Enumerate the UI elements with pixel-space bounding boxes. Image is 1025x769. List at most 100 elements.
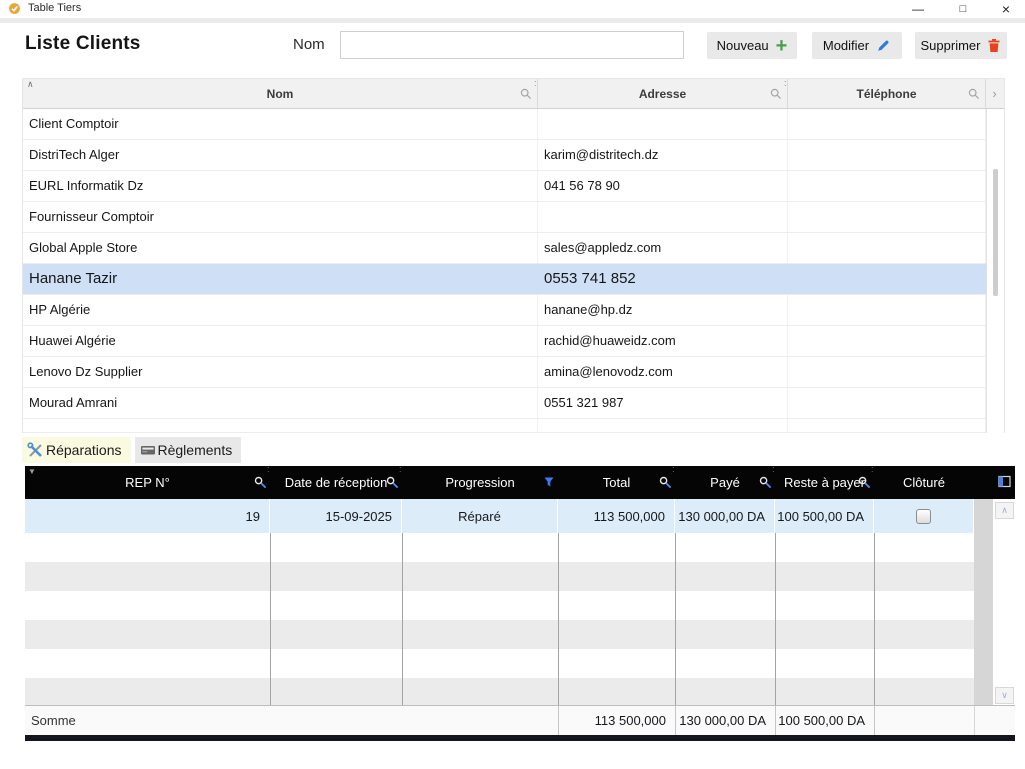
- summary-reste: 100 500,00 DA: [775, 706, 874, 735]
- cell-telephone: [788, 295, 986, 325]
- column-header-label: REP N°: [125, 475, 170, 490]
- delete-button-label: Supprimer: [921, 38, 981, 53]
- column-header-reste-a-payer[interactable]: Reste à payer: [775, 466, 874, 499]
- search-icon[interactable]: [520, 88, 532, 100]
- cell-adresse: rachid@huaweidz.com: [538, 326, 788, 356]
- app-icon: [8, 2, 21, 15]
- column-header-rep-no[interactable]: REP N°: [25, 466, 270, 499]
- page-title: Liste Clients: [25, 33, 141, 55]
- search-icon[interactable]: [386, 476, 399, 489]
- app-window: Table Tiers — □ × Liste Clients Nom Nouv…: [0, 0, 1025, 769]
- empty-rows-area: [25, 533, 974, 705]
- cell-nom: Fournisseur Comptoir: [23, 202, 538, 232]
- search-icon[interactable]: [659, 476, 672, 489]
- table-row[interactable]: Fournisseur Comptoir: [23, 202, 986, 233]
- cell-adresse: sales@appledz.com: [538, 233, 788, 263]
- trash-icon: [987, 38, 1001, 53]
- repair-row[interactable]: 19 15-09-2025 Réparé 113 500,000 130 000…: [25, 499, 974, 533]
- column-divider: [675, 533, 676, 705]
- column-header-label: Reste à payer: [784, 475, 865, 490]
- scrollbar-thumb[interactable]: [993, 169, 998, 296]
- table-row[interactable]: Mourad Amrani 0551 321 987: [23, 388, 986, 419]
- delete-button[interactable]: Supprimer: [915, 32, 1007, 59]
- column-divider: [270, 533, 271, 705]
- column-grip-icon: :: [267, 464, 270, 474]
- column-header-label: Total: [603, 475, 630, 490]
- column-divider: [874, 533, 875, 705]
- header-dropdown-icon[interactable]: ▼: [28, 467, 36, 476]
- filter-icon[interactable]: [543, 476, 555, 488]
- client-name-input[interactable]: [340, 31, 684, 59]
- table-row-selected[interactable]: Hanane Tazir 0553 741 852: [23, 264, 986, 295]
- cell-cloture: [874, 499, 974, 533]
- cell-adresse: [538, 419, 788, 432]
- tab-reglements[interactable]: Règlements: [135, 437, 242, 463]
- next-column-button[interactable]: ›: [986, 79, 1003, 108]
- scroll-up-button[interactable]: ∧: [995, 502, 1014, 519]
- search-icon[interactable]: [858, 476, 871, 489]
- search-icon[interactable]: [254, 476, 267, 489]
- cell-telephone: [788, 233, 986, 263]
- table-row[interactable]: DistriTech Alger karim@distritech.dz: [23, 140, 986, 171]
- summary-label: Somme: [25, 706, 558, 735]
- summary-total: 113 500,000: [558, 706, 675, 735]
- edit-button[interactable]: Modifier: [812, 32, 902, 59]
- column-header-paye[interactable]: Payé: [675, 466, 775, 499]
- column-header-label: Payé: [710, 475, 740, 490]
- table-row[interactable]: Lenovo Dz Supplier amina@lenovodz.com: [23, 357, 986, 388]
- column-divider: [775, 533, 776, 705]
- tab-reparations[interactable]: Réparations: [22, 437, 131, 463]
- sort-ascending-icon: ∧: [27, 79, 34, 90]
- maximize-button[interactable]: □: [946, 0, 980, 18]
- new-button[interactable]: Nouveau +: [707, 32, 797, 59]
- search-label: Nom: [293, 36, 325, 53]
- cell-total: 113 500,000: [558, 499, 675, 533]
- scroll-down-button[interactable]: ∨: [995, 687, 1014, 704]
- cell-nom: Mourad Amrani: [23, 388, 538, 418]
- column-header-progression[interactable]: Progression: [402, 466, 558, 499]
- plus-icon: +: [776, 37, 788, 55]
- cell-telephone: [788, 388, 986, 418]
- table-row[interactable]: EURL Informatik Dz 041 56 78 90: [23, 171, 986, 202]
- cell-adresse: hanane@hp.dz: [538, 295, 788, 325]
- pencil-icon: [876, 38, 891, 53]
- column-chooser-icon[interactable]: [998, 475, 1011, 488]
- column-header-label: Date de réception: [285, 475, 388, 490]
- repairs-scrollbar-track[interactable]: [974, 499, 993, 705]
- cell-progression: Réparé: [402, 499, 558, 533]
- column-grip-icon: :: [784, 78, 787, 88]
- column-header-nom[interactable]: Nom: [23, 79, 538, 108]
- cell-adresse: [538, 202, 788, 232]
- table-row[interactable]: HP Algérie hanane@hp.dz: [23, 295, 986, 326]
- clients-scrollbar[interactable]: [986, 109, 1004, 433]
- cell-nom: Client Comptoir: [23, 109, 538, 139]
- search-icon[interactable]: [759, 476, 772, 489]
- cell-date-reception: 15-09-2025: [270, 499, 402, 533]
- close-button[interactable]: ×: [989, 0, 1023, 18]
- cell-nom: [23, 419, 538, 432]
- table-row: [23, 419, 986, 433]
- cell-telephone: [788, 140, 986, 170]
- column-divider: [402, 533, 403, 705]
- table-row[interactable]: Global Apple Store sales@appledz.com: [23, 233, 986, 264]
- column-header-label: Téléphone: [856, 87, 916, 101]
- cell-telephone: [788, 419, 986, 432]
- table-row[interactable]: Huawei Algérie rachid@huaweidz.com: [23, 326, 986, 357]
- column-header-cloture[interactable]: Clôturé: [874, 466, 974, 499]
- window-title: Table Tiers: [28, 2, 81, 14]
- column-header-telephone[interactable]: Téléphone: [788, 79, 986, 108]
- cloture-checkbox[interactable]: [916, 509, 931, 524]
- cell-nom: Lenovo Dz Supplier: [23, 357, 538, 387]
- cell-adresse: [538, 109, 788, 139]
- search-icon[interactable]: [968, 88, 980, 100]
- cell-adresse: 041 56 78 90: [538, 171, 788, 201]
- summary-row: Somme 113 500,000 130 000,00 DA 100 500,…: [25, 705, 1015, 735]
- column-header-adresse[interactable]: Adresse: [538, 79, 788, 108]
- cell-telephone: [788, 326, 986, 356]
- search-icon[interactable]: [770, 88, 782, 100]
- column-header-date-reception[interactable]: Date de réception: [270, 466, 402, 499]
- table-row[interactable]: Client Comptoir: [23, 109, 986, 140]
- column-header-total[interactable]: Total: [558, 466, 675, 499]
- titlebar-divider: [0, 18, 1025, 23]
- minimize-button[interactable]: —: [901, 0, 935, 18]
